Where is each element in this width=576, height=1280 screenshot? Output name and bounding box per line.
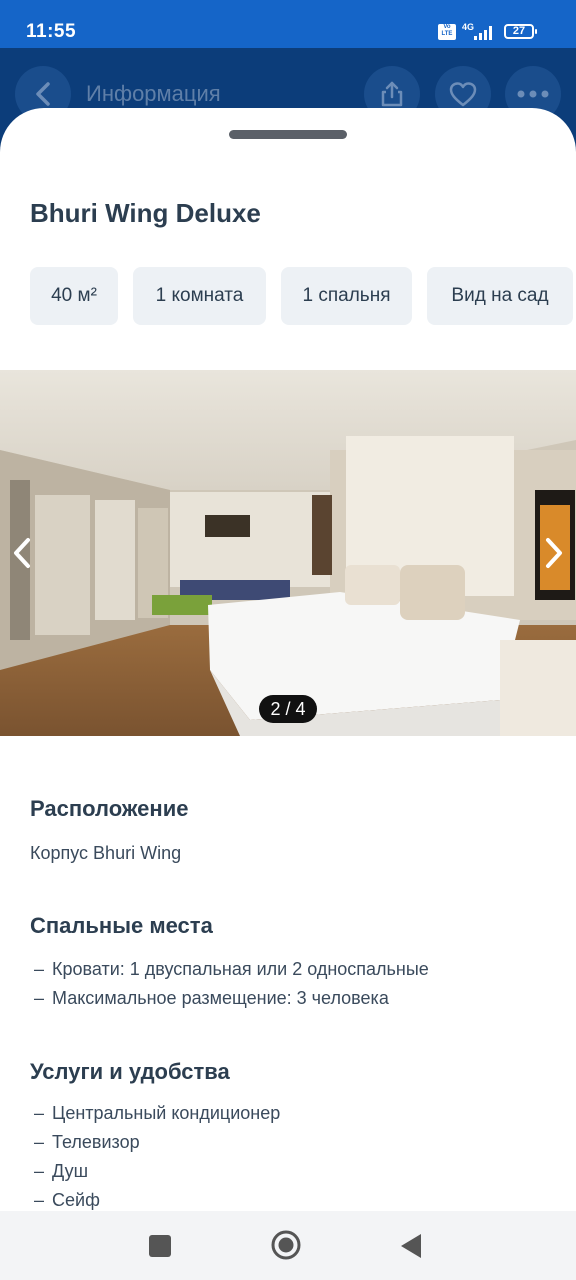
chevron-left-icon xyxy=(36,82,50,106)
system-nav-bar xyxy=(0,1211,576,1280)
more-icon xyxy=(517,90,549,98)
photo-counter: 2 / 4 xyxy=(259,695,317,723)
sheet-drag-handle[interactable] xyxy=(229,130,347,139)
chip-rooms: 1 комната xyxy=(133,267,266,325)
signal-icon xyxy=(474,26,492,40)
chip-bedrooms: 1 спальня xyxy=(281,267,412,325)
room-photo xyxy=(0,370,576,736)
share-icon xyxy=(381,81,403,107)
next-photo-button[interactable] xyxy=(542,535,566,571)
recents-button[interactable] xyxy=(148,1234,172,1258)
list-item: – Душ xyxy=(34,1161,89,1181)
battery-icon: 27 xyxy=(504,24,537,39)
room-photo-gallery[interactable]: 2 / 4 xyxy=(0,370,576,736)
back-nav-button[interactable] xyxy=(399,1232,423,1260)
list-item: – Телевизор xyxy=(34,1132,140,1152)
amenities-list: – Центральный кондиционер – Телевизор – Душ… xyxy=(34,1099,280,1211)
home-button[interactable] xyxy=(270,1229,302,1261)
app-bar-title: Информация xyxy=(86,81,221,106)
beds-title: Спальные места xyxy=(30,913,213,938)
location-text: Корпус Bhuri Wing xyxy=(30,843,182,863)
list-item: – Кровати: 1 двуспальная или 2 односпальн… xyxy=(34,959,429,979)
details-sheet: Bhuri Wing Deluxe 40 м² 1 комната 1 спал… xyxy=(0,108,576,1211)
network-type: 4G xyxy=(462,22,475,32)
heart-icon xyxy=(449,82,477,107)
status-time: 11:55 xyxy=(26,21,77,42)
beds-list: – Кровати: 1 двуспальная или 2 односпальн… xyxy=(34,955,429,1013)
location-title: Расположение xyxy=(30,796,189,821)
list-item: – Центральный кондиционер xyxy=(34,1103,281,1123)
amenities-title: Услуги и удобства xyxy=(30,1059,230,1084)
status-bar: 11:55 Vo LTE 4G 27 xyxy=(0,0,576,48)
room-title: Bhuri Wing Deluxe xyxy=(30,198,261,228)
previous-photo-button[interactable] xyxy=(10,535,34,571)
room-features: 40 м² 1 комната 1 спальня Вид на сад xyxy=(30,267,576,325)
chip-area: 40 м² xyxy=(30,267,118,325)
chip-view: Вид на сад xyxy=(427,267,573,325)
volte-icon: Vo LTE xyxy=(438,24,456,40)
list-item: – Сейф xyxy=(34,1190,100,1210)
list-item: – Максимальное размещение: 3 человека xyxy=(34,988,389,1008)
